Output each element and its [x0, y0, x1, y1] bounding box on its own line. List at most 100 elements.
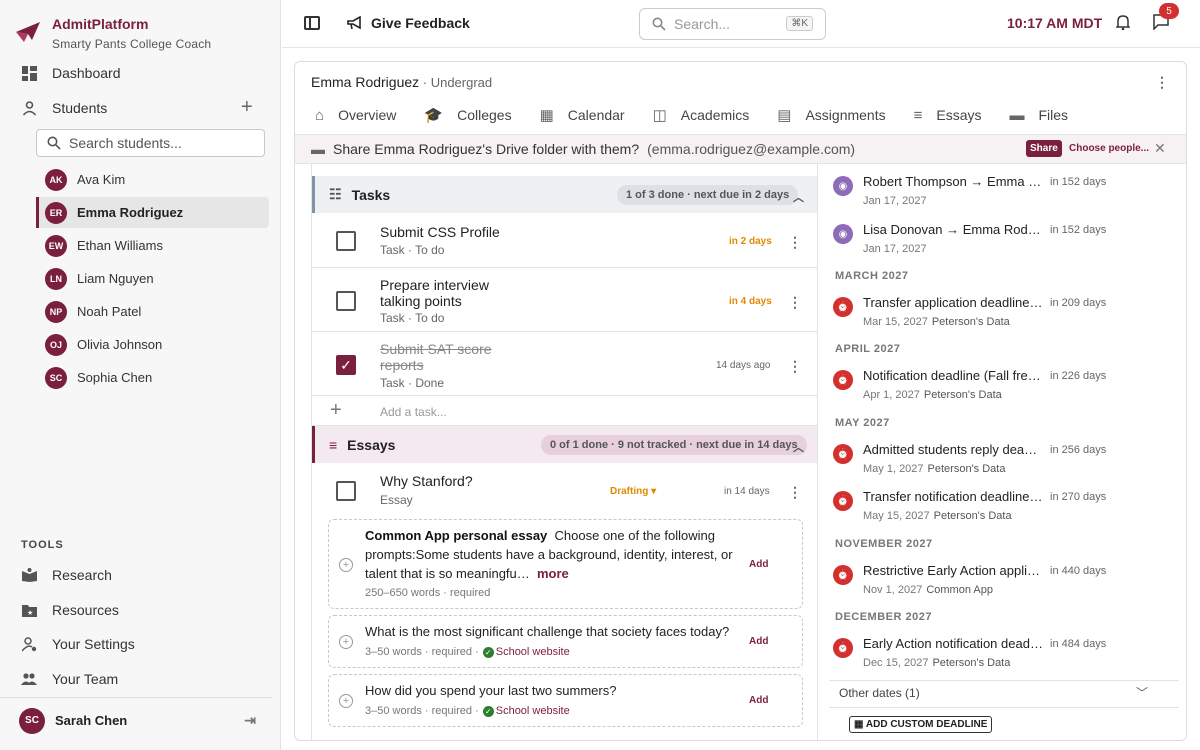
close-icon[interactable]: ✕	[1154, 140, 1166, 157]
nav-research-label: Research	[52, 567, 112, 583]
task-meta: Task · Done	[380, 376, 445, 390]
tasks-heading: Tasks	[351, 186, 391, 203]
brand[interactable]: AdmitPlatform Smarty Pants College Coach	[14, 14, 211, 51]
choose-people-link[interactable]: Choose people...	[1069, 143, 1149, 154]
avatar: OJ	[45, 333, 67, 356]
essay-checkbox[interactable]	[336, 481, 356, 501]
essay-title: Why Stanford?	[380, 473, 473, 489]
timeline-event[interactable]: ◉ Lisa Donovan → Emma Rodrigu... in 152 …	[833, 222, 1183, 255]
prompt-meta-text: 3–50 words · required ·	[365, 705, 479, 717]
nav-team[interactable]: Your Team	[20, 670, 118, 688]
add-task-row[interactable]: + Add a task...	[312, 396, 817, 426]
student-item-sophia-chen[interactable]: SC Sophia Chen	[36, 362, 269, 393]
event-due: in 256 days	[1050, 444, 1107, 456]
nav-resources[interactable]: ★ Resources	[20, 601, 119, 619]
more-link[interactable]: more	[537, 566, 569, 581]
nav-research[interactable]: Research	[20, 566, 112, 584]
more-options-icon[interactable]: ⋮	[788, 358, 802, 375]
add-prompt-button[interactable]: Add	[749, 559, 768, 570]
student-name: Olivia Johnson	[77, 337, 163, 352]
student-item-emma-rodriguez[interactable]: ER Emma Rodriguez	[36, 197, 269, 228]
tab-overview[interactable]: ⌂ Overview	[315, 106, 396, 124]
nav-settings[interactable]: Your Settings	[20, 635, 135, 653]
student-item-liam-nguyen[interactable]: LN Liam Nguyen	[36, 263, 269, 294]
global-search-input[interactable]: Search... ⌘K	[639, 8, 826, 40]
essays-section-header[interactable]: ≡ Essays 0 of 1 done · 9 not tracked · n…	[312, 426, 817, 463]
add-prompt-button[interactable]: Add	[749, 636, 768, 647]
recommender-icon: ◉	[833, 224, 853, 244]
timeline-event[interactable]: ⏰ Transfer application deadline (F... in…	[833, 295, 1183, 328]
student-item-olivia-johnson[interactable]: OJ Olivia Johnson	[36, 329, 269, 360]
chevron-up-icon[interactable]: ︿	[793, 189, 804, 205]
essay-prompt-card[interactable]: + What is the most significant challenge…	[328, 615, 803, 668]
student-item-noah-patel[interactable]: NP Noah Patel	[36, 296, 269, 327]
share-button[interactable]: Share	[1026, 140, 1062, 157]
task-title: Submit CSS Profile	[380, 224, 500, 240]
prompt-source: School website	[495, 646, 570, 658]
event-date-text: Mar 15, 2027	[863, 316, 928, 328]
timeline-event[interactable]: ⏰ Notification deadline (Fall fresh... i…	[833, 368, 1183, 401]
task-row[interactable]: Submit CSS Profile Task · To do in 2 day…	[312, 214, 817, 268]
more-options-icon[interactable]: ⋮	[788, 484, 802, 501]
essay-prompt-card[interactable]: + Common App personal essay Choose one o…	[328, 519, 803, 609]
timeline-event[interactable]: ⏰ Transfer notification deadline (... in…	[833, 489, 1183, 522]
divider	[829, 680, 1179, 681]
bell-icon[interactable]	[1115, 14, 1131, 33]
add-student-button[interactable]: +	[241, 97, 253, 117]
folder-icon: ▬	[1009, 106, 1025, 124]
other-dates-toggle[interactable]: Other dates (1)	[839, 686, 920, 700]
more-options-icon[interactable]: ⋮	[788, 234, 802, 251]
nav-dashboard[interactable]: Dashboard	[20, 64, 121, 82]
timeline-event[interactable]: ⏰ Early Action notification deadline in …	[833, 636, 1183, 669]
tab-assignments[interactable]: ▤ Assignments	[777, 106, 885, 124]
tab-colleges[interactable]: 🎓 Colleges	[424, 106, 511, 124]
timeline-event[interactable]: ◉ Robert Thompson → Emma Ro... in 152 da…	[833, 174, 1183, 207]
give-feedback-button[interactable]: Give Feedback	[347, 15, 470, 31]
essay-row[interactable]: Why Stanford? Essay Drafting ▾ in 14 day…	[312, 463, 817, 519]
tab-calendar[interactable]: ▦ Calendar	[540, 106, 625, 124]
tab-essays[interactable]: ≡ Essays	[914, 106, 982, 124]
task-meta: Task · To do	[380, 311, 445, 325]
chevron-up-icon[interactable]: ︿	[793, 439, 804, 455]
add-prompt-button[interactable]: Add	[749, 695, 768, 706]
current-user[interactable]: SC Sarah Chen ⇥	[0, 697, 272, 743]
event-date: Jan 17, 2027	[863, 195, 927, 207]
add-custom-deadline-button[interactable]: ▦ ADD CUSTOM DEADLINE	[849, 716, 993, 733]
task-checkbox[interactable]	[336, 231, 356, 251]
tab-files[interactable]: ▬ Files	[1010, 106, 1069, 124]
tab-label: Overview	[338, 107, 397, 123]
task-row[interactable]: Prepare interview talking points Task · …	[312, 268, 817, 332]
dashboard-icon	[20, 64, 38, 82]
event-date-text: May 1, 2027	[863, 463, 924, 475]
tab-academics[interactable]: ◫ Academics	[653, 106, 750, 124]
event-title: Early Action notification deadline	[863, 636, 1043, 651]
tasks-section-header[interactable]: ☷ Tasks 1 of 3 done · next due in 2 days…	[312, 176, 817, 213]
task-row[interactable]: ✓ Submit SAT score reports Task · Done 1…	[312, 332, 817, 396]
timeline-event[interactable]: ⏰ Restrictive Early Action applica... in…	[833, 563, 1183, 596]
logout-icon[interactable]: ⇥	[244, 712, 256, 729]
essay-status-dropdown[interactable]: Drafting ▾	[610, 486, 656, 497]
megaphone-icon	[347, 16, 361, 30]
notification-badge: 5	[1159, 3, 1179, 19]
student-search-input[interactable]: Search students...	[36, 129, 265, 157]
chevron-down-icon[interactable]: ﹀	[1136, 684, 1148, 701]
essay-prompt-card[interactable]: + How did you spend your last two summer…	[328, 674, 803, 727]
task-checkbox[interactable]	[336, 291, 356, 311]
nav-team-label: Your Team	[52, 671, 119, 687]
event-date: Apr 1, 2027 Peterson's Data	[863, 389, 1183, 401]
calendar-icon: ▦	[539, 107, 554, 124]
share-drive-banner: ▬ Share Emma Rodriguez's Drive folder wi…	[295, 134, 1186, 164]
tab-label: Calendar	[567, 107, 625, 123]
sidebar-toggle-icon[interactable]	[304, 16, 320, 30]
event-due: in 440 days	[1050, 565, 1107, 577]
checklist-icon: ☷	[329, 186, 342, 202]
more-options-icon[interactable]: ⋮	[1155, 74, 1169, 91]
add-circle-icon: +	[339, 558, 353, 572]
timeline-event[interactable]: ⏰ Admitted students reply deadline in 25…	[833, 442, 1183, 475]
more-options-icon[interactable]: ⋮	[788, 294, 802, 311]
student-item-ethan-williams[interactable]: EW Ethan Williams	[36, 230, 269, 261]
student-item-ava-kim[interactable]: AK Ava Kim	[36, 164, 269, 195]
task-checkbox-checked[interactable]: ✓	[336, 355, 356, 375]
event-date-text: Dec 15, 2027	[863, 657, 929, 669]
nav-students[interactable]: Students	[20, 99, 107, 117]
